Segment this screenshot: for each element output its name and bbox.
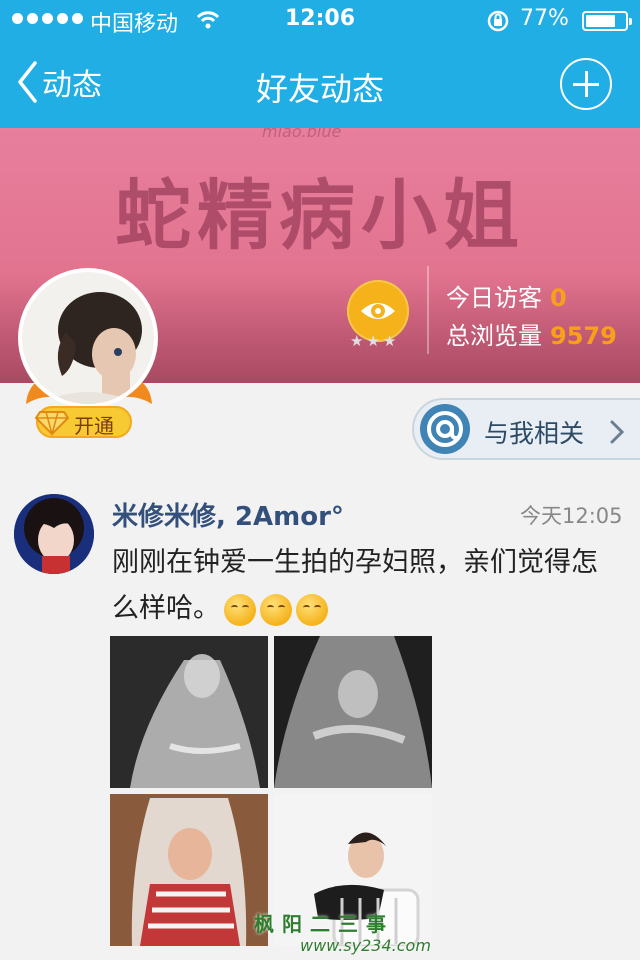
nav-bar: 动态 好友动态 — [0, 40, 640, 128]
smile-emoji-icon — [260, 593, 292, 626]
total-views-value: 9579 — [550, 322, 617, 350]
status-bar: 中国移动 12:06 77% — [0, 0, 640, 40]
photo-image — [110, 794, 268, 946]
avatar — [22, 272, 154, 404]
post-photo-3[interactable] — [110, 794, 268, 946]
post-author-avatar[interactable] — [14, 494, 94, 574]
post-photo-1[interactable] — [110, 636, 268, 788]
post-author-name[interactable]: 米修米修, 2Amor° — [112, 496, 344, 533]
post-text: 刚刚在钟爱一生拍的孕妇照，亲们觉得怎么样哈。 — [112, 540, 612, 632]
related-label: 与我相关 — [484, 419, 585, 448]
cover-title: 蛇精病小姐 — [115, 171, 525, 260]
smile-emoji-icon — [296, 593, 328, 626]
cover-watermark: miao.blue — [262, 128, 342, 141]
at-icon — [420, 404, 470, 454]
today-visitors-label: 今日访客 — [446, 284, 542, 312]
vip-label: 开通 — [74, 414, 114, 438]
footer-site: www.sy234.com — [300, 936, 431, 955]
chevron-right-icon — [610, 420, 624, 444]
vip-open-button[interactable]: 开通 — [34, 406, 132, 438]
stats-divider — [427, 266, 429, 354]
photo-image — [110, 636, 268, 788]
diamond-icon — [34, 411, 70, 436]
page: 中国移动 12:06 77% 动态 好友动态 miao.blue 蛇精病小姐 ★… — [0, 0, 640, 960]
rotation-lock-icon — [486, 9, 510, 37]
smile-emoji-icon — [224, 593, 256, 626]
battery-fill — [586, 15, 615, 27]
battery-percent: 77% — [520, 6, 569, 31]
today-visitors[interactable]: 今日访客 0 — [446, 278, 567, 313]
add-button[interactable] — [560, 58, 612, 110]
profile-avatar[interactable] — [18, 268, 158, 408]
battery-icon — [582, 11, 632, 31]
footer-watermark: 枫阳二三事 — [254, 912, 394, 936]
post-photo-2[interactable] — [274, 636, 432, 788]
total-views-label: 总浏览量 — [446, 322, 542, 350]
emoji-row — [224, 593, 328, 626]
page-title: 好友动态 — [255, 70, 384, 108]
related-to-me-button[interactable]: 与我相关 — [412, 398, 640, 460]
photo-image — [274, 636, 432, 788]
post-time: 今天12:05 — [520, 504, 623, 528]
level-stars: ★★★ — [350, 332, 400, 350]
total-views[interactable]: 总浏览量 9579 — [446, 316, 617, 351]
today-visitors-value: 0 — [550, 284, 567, 312]
avatar — [14, 494, 94, 574]
post-text-body: 刚刚在钟爱一生拍的孕妇照，亲们觉得怎么样哈。 — [112, 547, 598, 624]
